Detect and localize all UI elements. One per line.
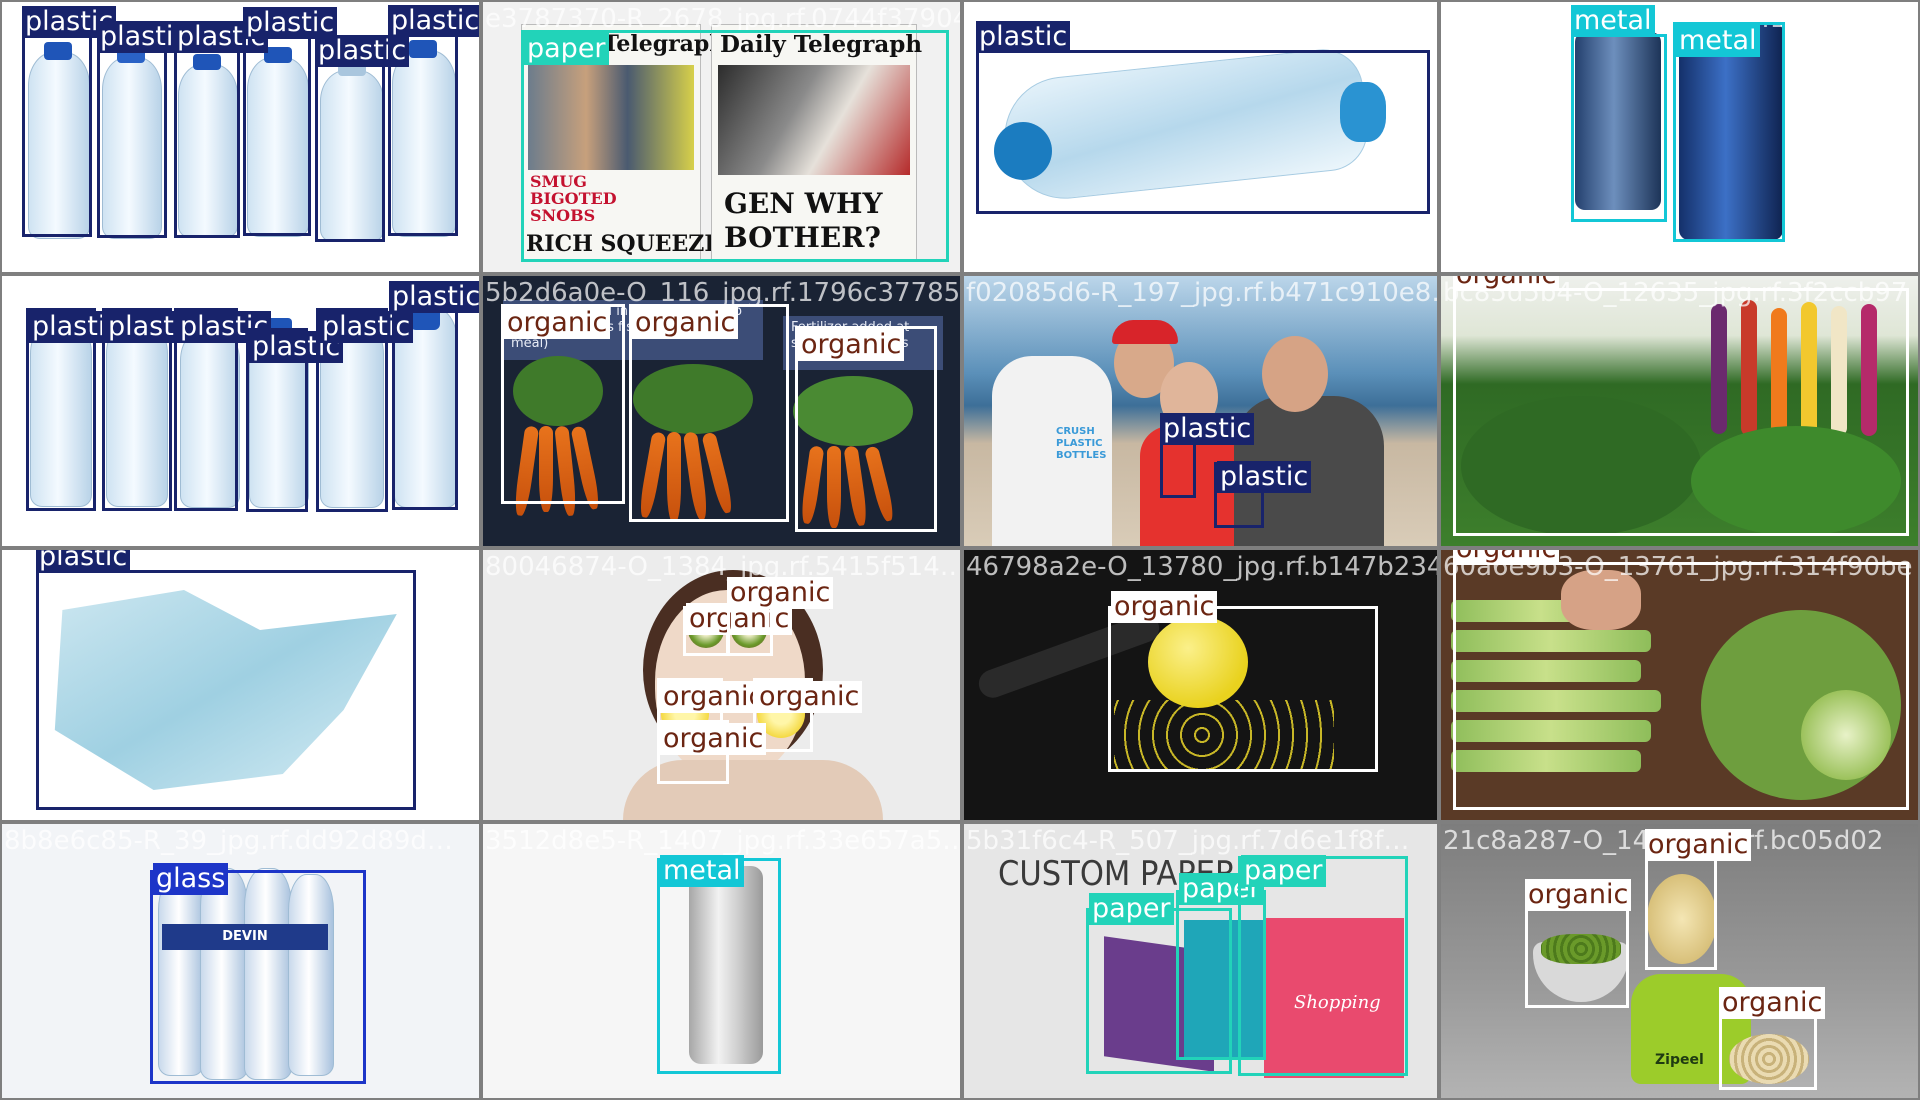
- image-filename: 46798a2e-O_13780_jpg.rf.b147b234…: [966, 552, 1437, 582]
- detection-box: plastic: [315, 35, 410, 242]
- image-filename: 3512d8e5-R_1407_jpg.rf.33e657a5…: [485, 826, 960, 856]
- detection-box: organic: [727, 577, 834, 656]
- detection-box: organic: [657, 720, 767, 784]
- annotated-image-mosaic: d0c2c07b-R_650_jpg.rf.fa5db7b4b6b95e2e9b…: [0, 0, 1920, 1100]
- detection-box: organic: [795, 326, 937, 532]
- image-filename: 5b31f6c4-R_507_jpg.rf.7d6e1f8f…: [966, 826, 1410, 856]
- detection-label: organic: [1453, 550, 1560, 565]
- detection-label: plastic: [388, 5, 479, 37]
- detection-label: organic: [1453, 276, 1560, 291]
- detection-box: plastic: [36, 550, 416, 810]
- detection-label: organic: [504, 307, 611, 339]
- detection-label: paper: [524, 33, 609, 65]
- detection-label: organic: [660, 723, 767, 755]
- detection-label: plastic: [1217, 461, 1312, 493]
- shirt-print: CRUSH PLASTIC BOTTLES: [1056, 426, 1107, 461]
- detection-label: plastic: [1160, 413, 1255, 445]
- tile-plastic-bottles-row: d0c2c07b-R_650_jpg.rf.fa5db7b4b6b95e2e9b…: [2, 2, 479, 272]
- tile-plastic-bag: 28575c22-R_446_jpg.rf.a21f122bde… plasti…: [2, 550, 479, 820]
- tile-plastic-bottles-row-2: d8c3a5ca-R_1505_jpg.rf.0b57a5e2a9… plast…: [2, 276, 479, 546]
- tile-cans: 5b9240d0-R_1873_jpg.rf.1058b4cf3b metal …: [1441, 2, 1918, 272]
- tile-carrot-bundles: 5b2d6a0e-O_116_jpg.rf.1796c37785… Fertil…: [483, 276, 960, 546]
- detection-box: plastic: [174, 21, 269, 238]
- tile-face-mask: 80046874-O_1384_jpg.rf.5415f514… organic…: [483, 550, 960, 820]
- tile-celery: 60a6e9b3-O_13761_jpg.rf.314f90be organic: [1441, 550, 1918, 820]
- detection-label: organic: [756, 681, 863, 713]
- detection-box: plastic: [97, 21, 192, 238]
- detection-label: organic: [727, 577, 834, 609]
- tile-peeler: 21c8a287-O_1458_jpg.rf.bc05d02 Zipeel or…: [1441, 824, 1918, 1098]
- detection-label: metal: [1571, 5, 1655, 37]
- detection-label: plastic: [389, 281, 479, 313]
- detection-box: organic: [1719, 987, 1826, 1090]
- image-filename: f02085d6-R_197_jpg.rf.b471c910e8…: [966, 278, 1437, 308]
- detection-box: plastic: [388, 5, 479, 236]
- detection-box: organic: [629, 304, 789, 522]
- detection-box: plastic: [316, 308, 414, 512]
- detection-box: plastic: [1160, 413, 1255, 498]
- detection-label: organic: [1525, 879, 1632, 911]
- detection-box: organic: [1645, 829, 1752, 970]
- detection-box: plastic: [976, 21, 1430, 214]
- detection-box: plastic: [1214, 461, 1312, 528]
- detection-label: metal: [660, 855, 744, 887]
- person-right-head: [1262, 336, 1328, 412]
- detection-label: plastic: [976, 21, 1071, 53]
- detection-label: plastic: [36, 550, 131, 573]
- tile-paper-bags: 5b31f6c4-R_507_jpg.rf.7d6e1f8f… CUSTOM P…: [964, 824, 1437, 1098]
- detection-label: metal: [1676, 25, 1760, 57]
- detection-label: organic: [1111, 591, 1218, 623]
- detection-label: glass: [153, 863, 229, 895]
- detection-box: paper: [1238, 855, 1408, 1076]
- detection-label: organic: [632, 307, 739, 339]
- detection-box: organic: [1525, 879, 1632, 1008]
- tile-beach-people: f02085d6-R_197_jpg.rf.b471c910e8… CRUSH …: [964, 276, 1437, 546]
- detection-box: organic: [1453, 550, 1909, 810]
- tile-glass-bottles: 8b8e6c85-R_39_jpg.rf.dd92d89d… DEVIN gla…: [2, 824, 479, 1098]
- detection-box: paper: [521, 30, 949, 262]
- detection-label: organic: [1719, 987, 1826, 1019]
- detection-box: organic: [683, 603, 793, 656]
- detection-box: metal: [1571, 5, 1667, 222]
- image-filename: 8b8e6c85-R_39_jpg.rf.dd92d89d…: [4, 826, 453, 856]
- detection-box: plastic: [243, 7, 338, 236]
- tile-rainbow-carrots: bc85d5b4-O_12635_jpg.rf.3f2ccb97 organic: [1441, 276, 1918, 546]
- detection-box: organic: [1453, 276, 1909, 536]
- red-cap: [1112, 320, 1178, 344]
- tile-crushed-bottle: 5b3e1c67-R_1377_jpg.rf.422010b1a329244e……: [964, 2, 1437, 272]
- detection-label: organic: [660, 681, 767, 713]
- detection-box: metal: [657, 855, 781, 1074]
- detection-box: metal: [1673, 22, 1785, 242]
- detection-box: organic: [1108, 591, 1378, 772]
- detection-box: plastic: [246, 328, 344, 512]
- detection-label: paper: [1241, 855, 1326, 887]
- detection-label: organic: [798, 329, 905, 361]
- detection-label: paper: [1089, 893, 1174, 925]
- detection-box: glass: [150, 863, 366, 1084]
- tile-silver-can: 3512d8e5-R_1407_jpg.rf.33e657a5… metal: [483, 824, 960, 1098]
- detection-box: plastic: [102, 308, 200, 511]
- tile-lemon-zest: 46798a2e-O_13780_jpg.rf.b147b234… organi…: [964, 550, 1437, 820]
- detection-box: plastic: [22, 6, 117, 237]
- detection-box: plastic: [26, 308, 124, 511]
- peeler-brand: Zipeel: [1655, 1052, 1704, 1068]
- detection-box: plastic: [174, 308, 272, 511]
- detection-box: organic: [501, 304, 625, 504]
- tile-newspapers: e3787370-R_2678_jpg.rf.0744f379046225b… …: [483, 2, 960, 272]
- detection-label: organic: [1645, 829, 1752, 861]
- detection-box: plastic: [389, 281, 479, 510]
